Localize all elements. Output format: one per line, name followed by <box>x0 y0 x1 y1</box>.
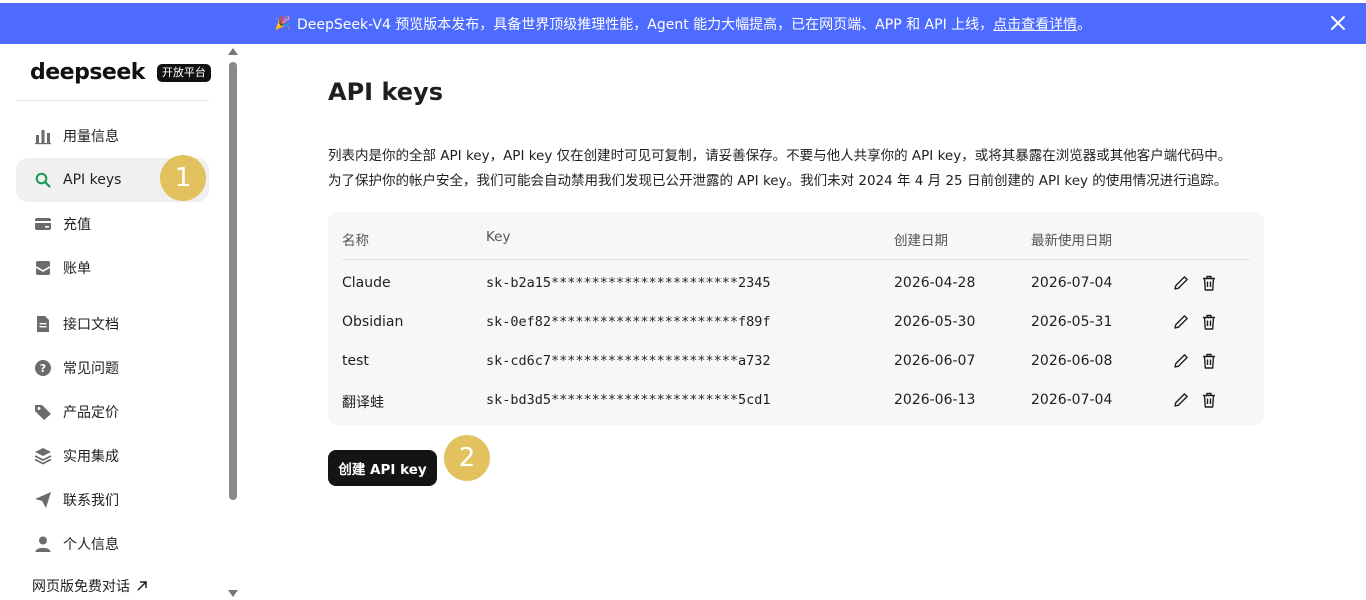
scroll-down-arrow-icon[interactable] <box>228 590 238 597</box>
column-header-name: 名称 <box>342 233 369 249</box>
sidebar-item-label: 充值 <box>63 217 91 233</box>
close-icon[interactable] <box>1328 13 1348 33</box>
announcement-banner: 🎉 DeepSeek-V4 预览版本发布，具备世界顶级推理性能，Agent 能力… <box>0 3 1366 44</box>
sidebar-item-label: 用量信息 <box>63 129 119 145</box>
column-header-last-used: 最新使用日期 <box>1031 233 1112 249</box>
svg-text:?: ? <box>40 362 46 375</box>
annotation-marker-2: 2 <box>444 435 490 481</box>
last-used-date: 2026-06-08 <box>1031 353 1113 369</box>
sidebar-divider <box>16 100 209 101</box>
platform-badge: 开放平台 <box>156 63 211 82</box>
document-icon <box>34 315 52 333</box>
key-value: sk-b2a15***********************2345 <box>486 275 771 291</box>
created-date: 2026-06-07 <box>894 353 976 369</box>
bill-icon <box>34 259 52 277</box>
wallet-icon <box>34 215 52 233</box>
question-icon: ? <box>34 359 52 377</box>
sidebar-item-label: API keys <box>63 172 122 188</box>
sidebar-item-contact[interactable]: 联系我们 <box>16 478 209 522</box>
last-used-date: 2026-07-04 <box>1031 392 1113 408</box>
created-date: 2026-04-28 <box>894 275 976 291</box>
edit-icon[interactable] <box>1172 352 1190 370</box>
page-title: API keys <box>328 78 443 106</box>
web-chat-link[interactable]: 网页版免费对话 <box>32 576 148 596</box>
edit-icon[interactable] <box>1172 274 1190 292</box>
web-chat-label: 网页版免费对话 <box>32 579 130 595</box>
sidebar: deepseek 开放平台 用量信息 API keys 充值 账单 接口文档 ?… <box>0 44 240 600</box>
sidebar-item-label: 接口文档 <box>63 317 119 333</box>
key-name: Obsidian <box>342 314 404 330</box>
page-description: 列表内是你的全部 API key，API key 仅在创建时可见可复制，请妥善保… <box>328 144 1268 194</box>
sidebar-item-label: 实用集成 <box>63 449 119 465</box>
delete-icon[interactable] <box>1200 313 1218 331</box>
sidebar-item-integrations[interactable]: 实用集成 <box>16 434 209 478</box>
created-date: 2026-05-30 <box>894 314 976 330</box>
column-header-created: 创建日期 <box>894 233 948 249</box>
table-row: Claude sk-b2a15***********************23… <box>328 264 1264 303</box>
create-api-key-button[interactable]: 创建 API key <box>328 450 437 486</box>
logo[interactable]: deepseek 开放平台 <box>30 60 211 85</box>
nav-gap <box>16 290 209 302</box>
description-line-1: 列表内是你的全部 API key，API key 仅在创建时可见可复制，请妥善保… <box>328 148 1232 164</box>
bar-chart-icon <box>34 127 52 145</box>
table-row: test sk-cd6c7***********************a732… <box>328 342 1264 381</box>
scroll-up-arrow-icon[interactable] <box>228 48 238 55</box>
sidebar-item-label: 个人信息 <box>63 537 119 553</box>
edit-icon[interactable] <box>1172 391 1190 409</box>
sidebar-item-label: 联系我们 <box>63 493 119 509</box>
send-icon <box>34 491 52 509</box>
annotation-marker-1: 1 <box>160 155 206 201</box>
layers-icon <box>34 447 52 465</box>
edit-icon[interactable] <box>1172 313 1190 331</box>
price-tag-icon <box>34 403 52 421</box>
sidebar-item-profile[interactable]: 个人信息 <box>16 522 209 566</box>
description-line-2: 为了保护你的帐户安全，我们可能会自动禁用我们发现已公开泄露的 API key。我… <box>328 173 1228 189</box>
table-row: 翻译蛙 sk-bd3d5***********************5cd1 … <box>328 381 1264 420</box>
delete-icon[interactable] <box>1200 352 1218 370</box>
sidebar-item-label: 常见问题 <box>63 361 119 377</box>
last-used-date: 2026-05-31 <box>1031 314 1113 330</box>
sidebar-item-topup[interactable]: 充值 <box>16 202 209 246</box>
sidebar-item-label: 产品定价 <box>63 405 119 421</box>
scroll-thumb[interactable] <box>229 62 237 500</box>
column-header-key: Key <box>486 229 511 245</box>
key-value: sk-cd6c7***********************a732 <box>486 353 771 369</box>
header-divider <box>342 259 1250 260</box>
banner-suffix: 。 <box>1077 16 1092 33</box>
key-name: test <box>342 353 369 369</box>
sidebar-item-label: 账单 <box>63 261 91 277</box>
user-icon <box>34 535 52 553</box>
delete-icon[interactable] <box>1200 274 1218 292</box>
sidebar-item-usage[interactable]: 用量信息 <box>16 114 209 158</box>
delete-icon[interactable] <box>1200 391 1218 409</box>
key-name: Claude <box>342 275 391 291</box>
sidebar-item-faq[interactable]: ? 常见问题 <box>16 346 209 390</box>
party-icon: 🎉 <box>274 16 292 31</box>
api-keys-table: 名称 Key 创建日期 最新使用日期 Claude sk-b2a15******… <box>328 212 1264 425</box>
sidebar-item-bills[interactable]: 账单 <box>16 246 209 290</box>
search-icon <box>34 171 52 189</box>
banner-details-link[interactable]: 点击查看详情 <box>993 14 1077 34</box>
key-value: sk-bd3d5***********************5cd1 <box>486 392 771 408</box>
sidebar-item-pricing[interactable]: 产品定价 <box>16 390 209 434</box>
logo-text: deepseek <box>30 60 145 85</box>
key-name: 翻译蛙 <box>342 395 384 411</box>
sidebar-item-docs[interactable]: 接口文档 <box>16 302 209 346</box>
banner-text: DeepSeek-V4 预览版本发布，具备世界顶级推理性能，Agent 能力大幅… <box>297 16 994 33</box>
created-date: 2026-06-13 <box>894 392 976 408</box>
key-value: sk-0ef82***********************f89f <box>486 314 771 330</box>
table-row: Obsidian sk-0ef82***********************… <box>328 303 1264 342</box>
last-used-date: 2026-07-04 <box>1031 275 1113 291</box>
external-link-icon <box>137 581 147 591</box>
